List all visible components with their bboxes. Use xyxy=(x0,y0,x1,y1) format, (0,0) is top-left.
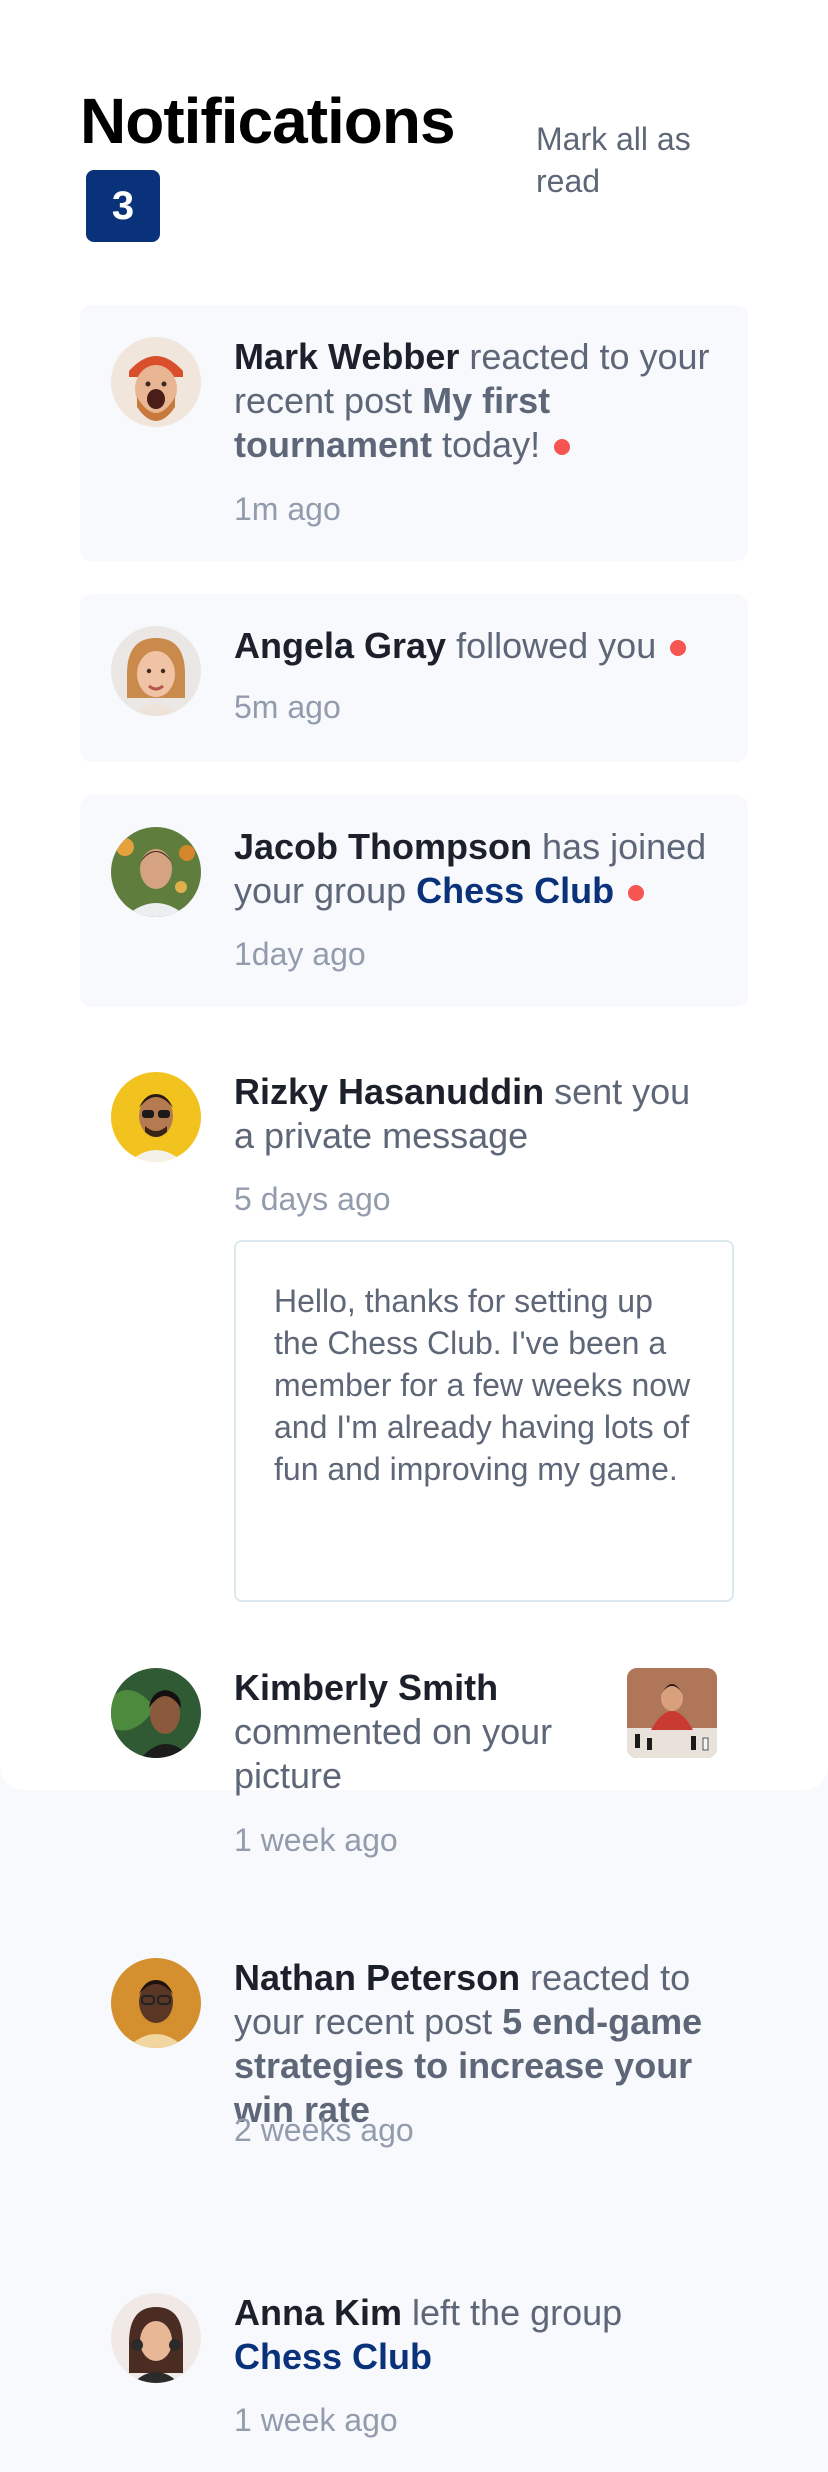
notification-text: Rizky Hasanuddin sent you a private mess… xyxy=(234,1070,714,1158)
commented-picture-thumbnail[interactable] xyxy=(627,1668,717,1758)
avatar-kimberly-smith[interactable] xyxy=(111,1668,201,1758)
user-name[interactable]: Mark Webber xyxy=(234,336,459,377)
notification-action: commented on your picture xyxy=(234,1711,553,1796)
notification-text: Nathan Peterson reacted to your recent p… xyxy=(234,1956,714,2132)
timestamp: 1 week ago xyxy=(234,1822,398,1858)
avatar-jacob-thompson-icon xyxy=(111,827,201,917)
notification-text: Angela Gray followed you xyxy=(234,624,734,668)
unread-dot xyxy=(628,885,645,902)
user-name[interactable]: Rizky Hasanuddin xyxy=(234,1071,544,1112)
unread-dot xyxy=(554,439,571,456)
avatar-rizky-hasanuddin-icon xyxy=(111,1072,201,1162)
notification-item[interactable]: Angela Gray followed you 5m ago xyxy=(80,594,748,762)
notification-item[interactable]: Nathan Peterson reacted to your recent p… xyxy=(80,1926,748,2188)
avatar-mark-webber[interactable] xyxy=(111,337,201,427)
group-link[interactable]: Chess Club xyxy=(416,870,614,911)
user-name[interactable]: Nathan Peterson xyxy=(234,1957,520,1998)
user-name[interactable]: Angela Gray xyxy=(234,625,446,666)
timestamp: 1 week ago xyxy=(234,2402,398,2438)
avatar-mark-webber-icon xyxy=(111,337,201,427)
unread-dot xyxy=(670,640,687,657)
avatar-nathan-peterson[interactable] xyxy=(111,1958,201,2048)
notification-action: followed you xyxy=(446,625,657,666)
notification-item[interactable]: Mark Webber reacted to your recent post … xyxy=(80,305,748,561)
timestamp: 1day ago xyxy=(234,936,366,972)
avatar-jacob-thompson[interactable] xyxy=(111,827,201,917)
avatar-kimberly-smith-icon xyxy=(111,1668,201,1758)
user-name[interactable]: Anna Kim xyxy=(234,2292,402,2333)
user-name[interactable]: Jacob Thompson xyxy=(234,826,532,867)
mark-all-read-button[interactable]: Mark all as read xyxy=(536,118,706,202)
notifications-header: Notifications 3 Mark all as read xyxy=(80,84,740,254)
notification-item[interactable]: Anna Kim left the group Chess Club 1 wee… xyxy=(80,2261,748,2441)
user-name[interactable]: Kimberly Smith xyxy=(234,1667,498,1708)
notification-text: Anna Kim left the group Chess Club xyxy=(234,2291,714,2379)
unread-count-badge: 3 xyxy=(86,170,160,242)
notification-item[interactable]: Rizky Hasanuddin sent you a private mess… xyxy=(80,1040,748,1602)
chess-picture-icon xyxy=(627,1668,717,1758)
notification-item[interactable]: Kimberly Smith commented on your picture… xyxy=(80,1636,748,1898)
page-title: Notifications xyxy=(80,85,456,157)
timestamp: 1m ago xyxy=(234,491,341,527)
timestamp: 2 weeks ago xyxy=(234,2112,414,2148)
timestamp: 5m ago xyxy=(234,689,341,725)
notification-suffix: today! xyxy=(432,424,541,465)
avatar-angela-gray[interactable] xyxy=(111,626,201,716)
avatar-angela-gray-icon xyxy=(111,626,201,716)
avatar-nathan-peterson-icon xyxy=(111,1958,201,2048)
avatar-anna-kim-icon xyxy=(111,2293,201,2383)
private-message[interactable]: Hello, thanks for setting up the Chess C… xyxy=(234,1240,734,1602)
timestamp: 5 days ago xyxy=(234,1181,391,1217)
notification-text: Jacob Thompson has joined your group Che… xyxy=(234,825,714,913)
group-link[interactable]: Chess Club xyxy=(234,2336,432,2377)
notification-action: left the group xyxy=(402,2292,623,2333)
notification-text: Mark Webber reacted to your recent post … xyxy=(234,335,714,467)
notifications-card: Notifications 3 Mark all as read Mark We… xyxy=(0,0,828,1858)
avatar-rizky-hasanuddin[interactable] xyxy=(111,1072,201,1162)
notification-item[interactable]: Jacob Thompson has joined your group Che… xyxy=(80,795,748,1007)
notification-text: Kimberly Smith commented on your picture xyxy=(234,1666,594,1798)
avatar-anna-kim[interactable] xyxy=(111,2293,201,2383)
